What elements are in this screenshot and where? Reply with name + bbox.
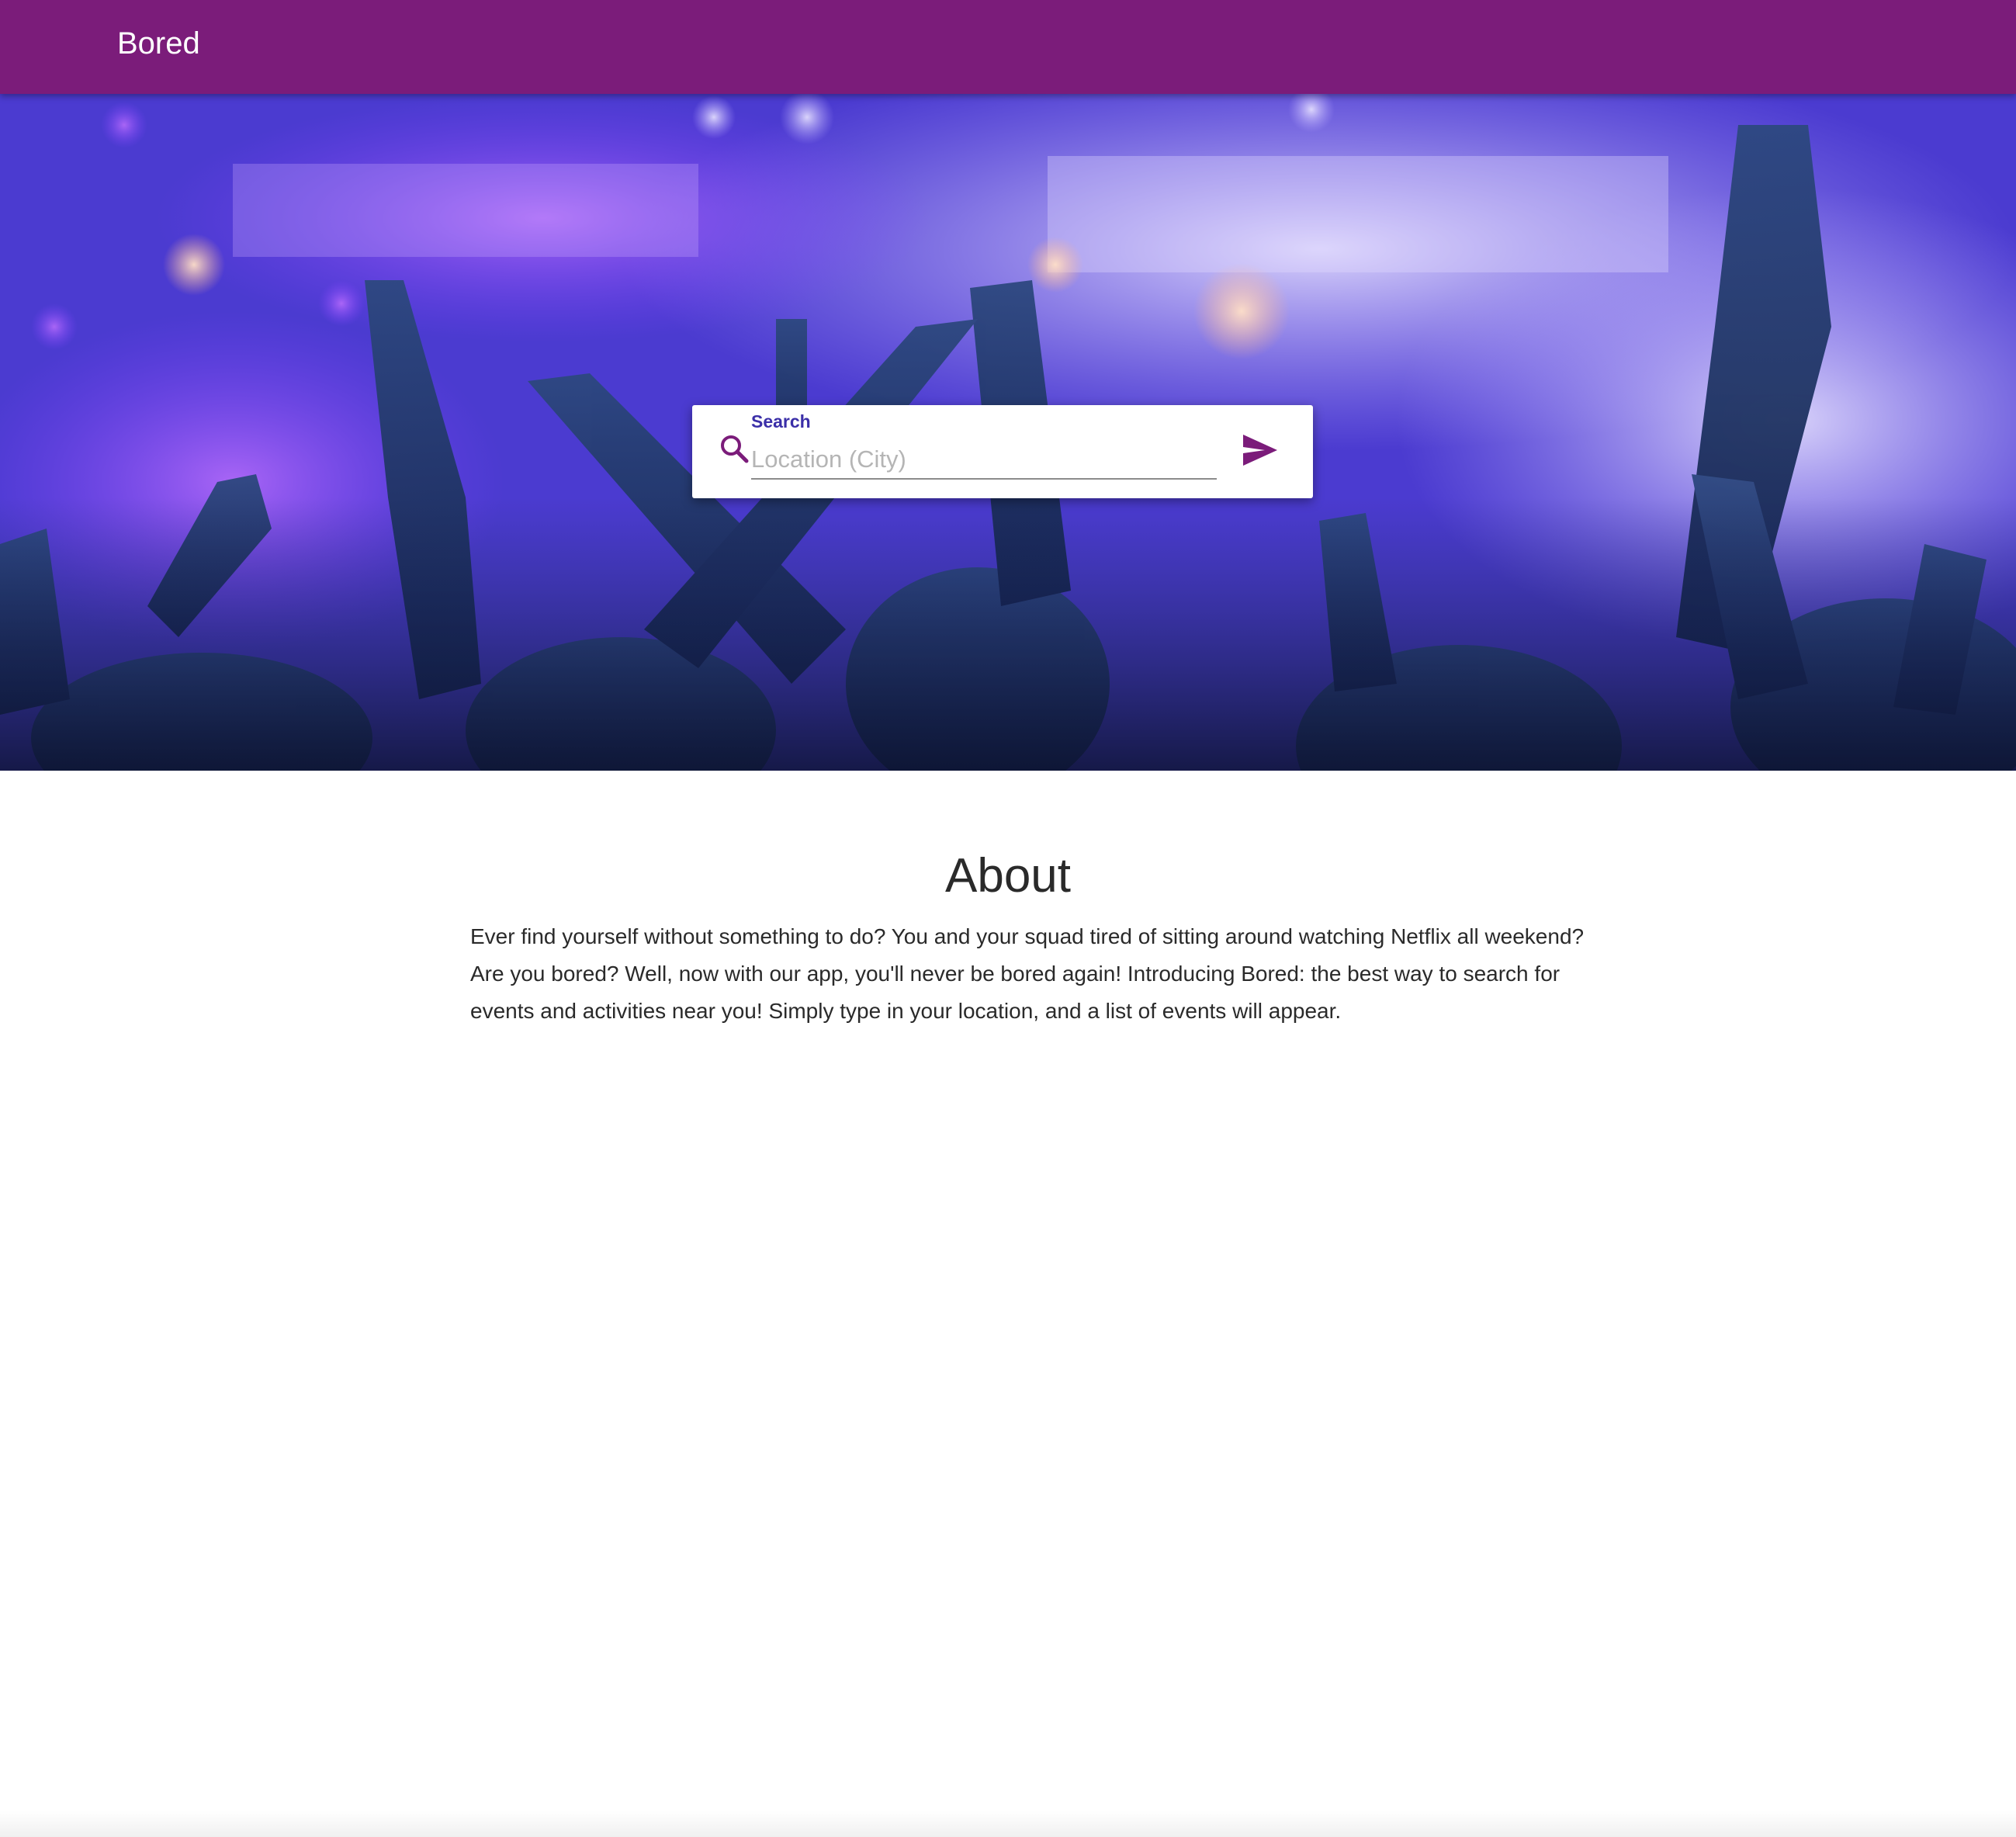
app-bar: Bored	[0, 0, 2016, 94]
search-submit-button[interactable]	[1235, 428, 1282, 472]
location-search-input[interactable]	[751, 441, 1217, 480]
about-section: About Ever find yourself without somethi…	[0, 771, 2016, 1837]
search-icon[interactable]	[719, 433, 751, 466]
about-body-text: Ever find yourself without something to …	[470, 924, 1585, 1023]
search-label: Search	[751, 411, 811, 432]
app-title[interactable]: Bored	[117, 25, 200, 62]
search-card: Search	[692, 405, 1313, 498]
bottom-shadow	[0, 1811, 2016, 1837]
send-icon	[1243, 435, 1277, 466]
about-heading: About	[944, 849, 1072, 903]
